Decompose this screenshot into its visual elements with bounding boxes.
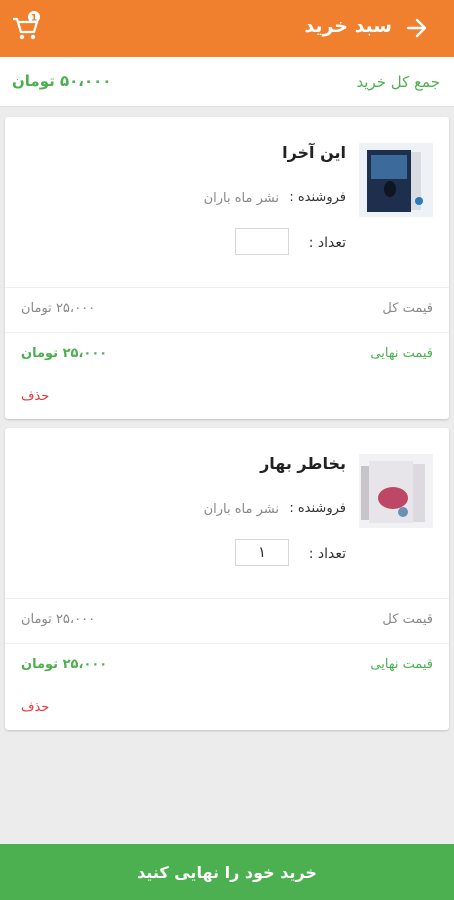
total-price-label: قیمت کل [382,612,433,627]
book-cover-image [359,454,433,528]
final-price-row: قیمت نهایی ۲۵،۰۰۰ تومان [5,332,449,377]
book-title: بخاطر بهار [260,454,346,473]
seller-label: فروشنده : [289,190,346,205]
final-price-value: ۲۵،۰۰۰ تومان [21,657,108,672]
quantity-label: تعداد : [308,235,346,251]
final-price-label: قیمت نهایی [370,657,433,672]
final-price-value: ۲۵،۰۰۰ تومان [21,346,108,361]
quantity-input[interactable] [235,228,289,255]
cart-item-card: بخاطر بهار فروشنده : نشر ماه باران تعداد… [5,428,449,730]
total-price-value: ۲۵،۰۰۰ تومان [21,612,96,627]
total-price-value: ۲۵،۰۰۰ تومان [21,301,96,316]
seller-label: فروشنده : [289,501,346,516]
delete-button[interactable]: حذف [21,700,49,715]
final-price-row: قیمت نهایی ۲۵،۰۰۰ تومان [5,643,449,688]
cart-icon: 1 [13,11,40,40]
total-price-label: قیمت کل [382,301,433,316]
quantity-label: تعداد : [308,546,346,562]
total-price-row: قیمت کل ۲۵،۰۰۰ تومان [5,598,449,643]
final-price-label: قیمت نهایی [370,346,433,361]
seller-name: نشر ماه باران [203,502,279,517]
cart-badge: 1 [31,14,37,24]
total-price-row: قیمت کل ۲۵،۰۰۰ تومان [5,287,449,332]
delete-button[interactable]: حذف [21,389,49,404]
cart-item-card: این آخرا فروشنده : نشر ماه باران تعداد :… [5,117,449,419]
back-button[interactable] [404,14,430,42]
summary-label: جمع کل خرید [356,73,440,91]
book-title: این آخرا [282,143,346,162]
app-bar: سبد خرید 1 [0,0,454,57]
book-cover-image [359,143,433,217]
quantity-input[interactable]: ۱ [235,539,289,566]
cart-button[interactable]: 1 [10,10,44,44]
page-title: سبد خرید [304,15,392,37]
order-summary: جمع کل خرید ۵۰،۰۰۰ تومان [0,57,454,107]
seller-name: نشر ماه باران [203,191,279,206]
summary-value: ۵۰،۰۰۰ تومان [12,72,112,90]
checkout-button[interactable]: خرید خود را نهایی کنید [0,844,454,900]
arrow-right-icon [406,18,427,38]
